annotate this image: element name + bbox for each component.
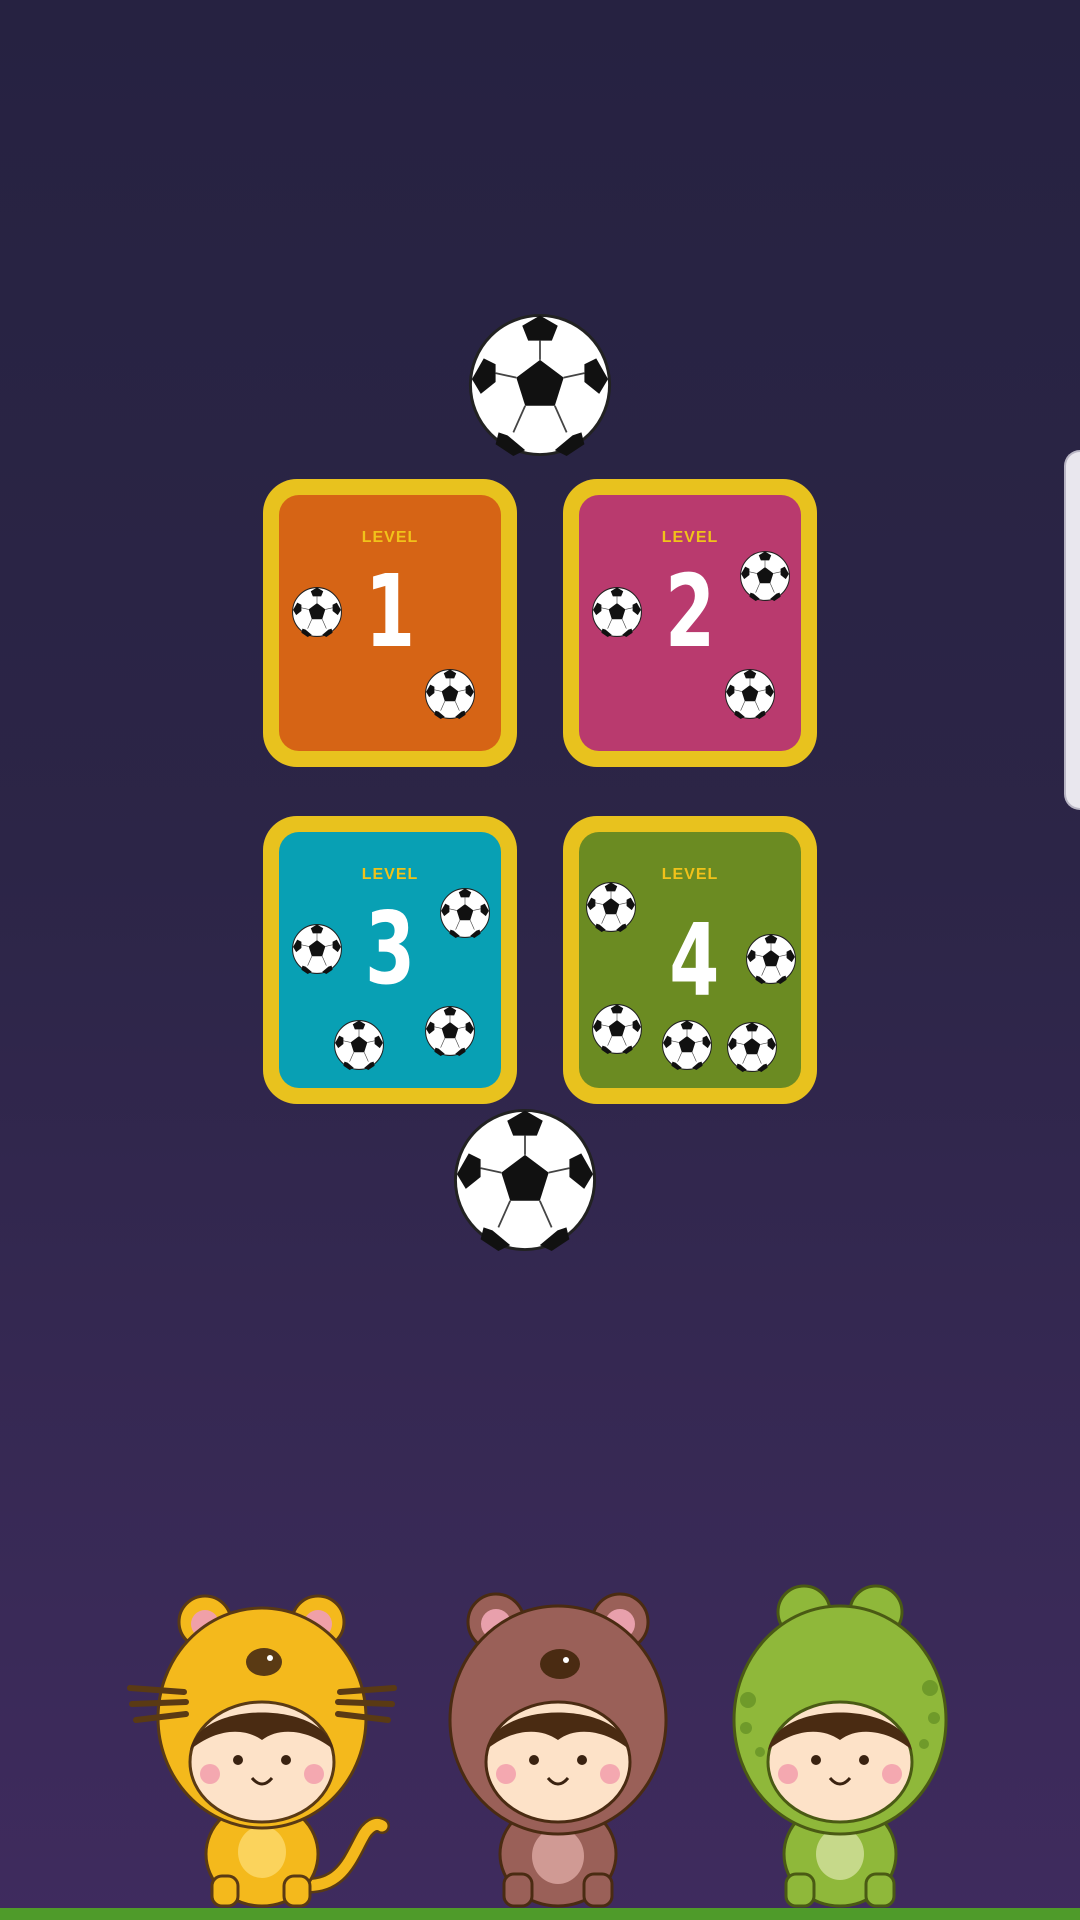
level-3-card[interactable]: LEVEL 3 bbox=[263, 816, 517, 1104]
soccer-ball-icon bbox=[291, 583, 343, 641]
level-1-label: LEVEL bbox=[361, 529, 419, 546]
level-3-card-face: LEVEL 3 bbox=[279, 832, 501, 1088]
soccer-ball-icon bbox=[291, 920, 343, 978]
bear-costume-kid bbox=[440, 1584, 680, 1912]
level-4-card-face: LEVEL 4 bbox=[579, 832, 801, 1088]
soccer-ball-icon bbox=[591, 583, 643, 641]
soccer-ball-icon bbox=[585, 878, 637, 936]
level-1-card-face: LEVEL 1 bbox=[279, 495, 501, 751]
soccer-ball-bottom bbox=[451, 1096, 599, 1264]
grass-ground bbox=[0, 1908, 1080, 1920]
soccer-ball-top bbox=[466, 300, 614, 470]
soccer-ball-icon bbox=[333, 1016, 385, 1074]
level-4-card[interactable]: LEVEL 4 bbox=[563, 816, 817, 1104]
soccer-ball-icon bbox=[466, 300, 614, 470]
level-2-card-face: LEVEL 2 bbox=[579, 495, 801, 751]
soccer-ball-icon bbox=[424, 1002, 476, 1060]
soccer-ball-icon bbox=[424, 665, 476, 723]
frog-costume-kid bbox=[724, 1578, 960, 1912]
soccer-ball-icon bbox=[661, 1016, 713, 1074]
soccer-ball-icon bbox=[439, 884, 491, 942]
level-2-card[interactable]: LEVEL 2 bbox=[563, 479, 817, 767]
level-1-card[interactable]: LEVEL 1 bbox=[263, 479, 517, 767]
soccer-ball-icon bbox=[724, 665, 776, 723]
soccer-ball-icon bbox=[726, 1018, 778, 1076]
edge-panel-handle[interactable] bbox=[1064, 450, 1080, 810]
soccer-ball-icon bbox=[451, 1096, 599, 1264]
soccer-ball-icon bbox=[591, 1000, 643, 1058]
level-2-label: LEVEL bbox=[661, 529, 719, 546]
soccer-ball-icon bbox=[739, 547, 791, 605]
soccer-ball-icon bbox=[745, 930, 797, 988]
tiger-costume-kid bbox=[127, 1590, 397, 1912]
level-3-label: LEVEL bbox=[361, 866, 419, 883]
